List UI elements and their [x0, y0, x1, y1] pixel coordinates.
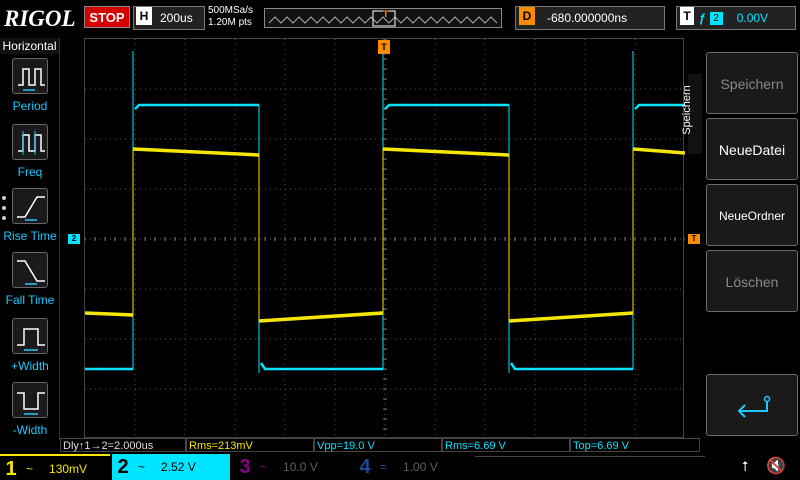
- measurement-ch2-vpp[interactable]: Vpp=19.0 V: [314, 438, 442, 452]
- delay-value: -680.000000ns: [547, 11, 628, 25]
- fall-time-icon: [12, 252, 48, 288]
- trigger-label: T: [680, 7, 694, 25]
- measure-negative-width-label: -Width: [12, 423, 48, 437]
- brand-logo: RIGOL: [4, 6, 76, 31]
- channel-2-status[interactable]: 2 ~2.52 V: [112, 454, 230, 480]
- delay-label: D: [519, 7, 535, 25]
- measure-freq-label: Freq: [17, 165, 43, 179]
- channel-2-coupling: ~: [138, 460, 146, 474]
- usb-icon: ⭡: [742, 458, 749, 474]
- measure-menu-title: Horizontal: [0, 38, 59, 54]
- waveform-display[interactable]: [84, 38, 685, 439]
- overview-trigger-marker: T: [383, 9, 389, 19]
- save-button[interactable]: Speichern: [706, 52, 798, 114]
- measure-rise-time-label: Rise Time: [3, 229, 57, 243]
- rising-edge-icon: ƒ: [699, 11, 706, 25]
- ch2-offset-marker[interactable]: 2: [68, 234, 80, 244]
- channel-1-coupling: ~: [26, 462, 34, 476]
- channel-1-status[interactable]: 1 ~130mV: [0, 454, 110, 480]
- sample-rate: 500MSa/s: [208, 5, 254, 16]
- timebase-value: 200us: [160, 11, 193, 25]
- run-stop-status[interactable]: STOP: [84, 6, 130, 28]
- measurement-delay[interactable]: Dly↑1→2=2.000us: [60, 438, 186, 452]
- measure-freq[interactable]: Freq: [0, 124, 60, 179]
- channel-3-number: 3: [239, 456, 251, 478]
- trigger-position-marker[interactable]: T: [378, 40, 390, 54]
- save-menu: Speichern Speichern NeueDatei NeueOrdner…: [681, 38, 800, 440]
- channel-4-coupling: =: [380, 460, 388, 474]
- measure-fall-time[interactable]: Fall Time: [0, 252, 60, 307]
- channel-3-scale: 10.0 V: [283, 460, 318, 474]
- positive-width-icon: [12, 318, 48, 354]
- measure-fall-time-label: Fall Time: [5, 293, 55, 307]
- channel-4-scale: 1.00 V: [403, 460, 438, 474]
- trigger-level-marker[interactable]: T: [688, 234, 700, 244]
- measure-positive-width-label: +Width: [11, 359, 49, 373]
- speaker-muted-icon[interactable]: 🔇: [766, 456, 786, 476]
- timebase-label: H: [136, 7, 152, 25]
- measure-negative-width[interactable]: -Width: [0, 382, 60, 437]
- rise-time-icon: [12, 188, 48, 224]
- channel-1-number: 1: [5, 458, 17, 480]
- channel-2-number: 2: [117, 456, 129, 478]
- channel-1-scale: 130mV: [49, 462, 88, 476]
- channel-2-scale: 2.52 V: [161, 460, 196, 474]
- channel-3-status[interactable]: 3 ~10.0 V: [234, 454, 352, 480]
- channel-bar-spacer: [475, 456, 705, 480]
- trigger-box[interactable]: Tƒ 2 0.00V: [676, 6, 796, 30]
- measurement-ch2-rms[interactable]: Rms=6.69 V: [442, 438, 570, 452]
- trigger-source: 2: [709, 12, 723, 25]
- save-menu-title-text: Speichern: [680, 85, 693, 135]
- new-file-button[interactable]: NeueDatei: [706, 118, 798, 180]
- channel-3-coupling: ~: [260, 460, 268, 474]
- return-arrow-icon: [737, 395, 771, 418]
- negative-width-icon: [12, 382, 48, 418]
- waveform-overview-strip[interactable]: T: [264, 8, 502, 28]
- measurement-ch2-top[interactable]: Top=6.69 V: [570, 438, 700, 452]
- trigger-level: 0.00V: [736, 11, 769, 25]
- top-bar: RIGOL STOP H 200us 500MSa/s 1.20M pts T D…: [0, 0, 800, 38]
- measure-period[interactable]: Period: [0, 58, 60, 113]
- return-button[interactable]: [706, 374, 798, 436]
- memory-depth: 1.20M pts: [208, 17, 252, 28]
- channel-4-status[interactable]: 4 = 1.00 V: [354, 454, 472, 480]
- measure-positive-width[interactable]: +Width: [0, 318, 60, 373]
- channel-4-number: 4: [359, 456, 371, 478]
- channel-bar: 1 ~130mV 2 ~2.52 V 3 ~10.0 V 4 = 1.00 V: [0, 452, 800, 480]
- delay-box[interactable]: D -680.000000ns: [515, 6, 665, 30]
- acquisition-info: 500MSa/s 1.20M pts: [208, 5, 253, 29]
- delete-button[interactable]: Löschen: [706, 250, 798, 312]
- measure-rise-time[interactable]: Rise Time: [0, 188, 60, 243]
- timebase-box[interactable]: H 200us: [133, 6, 205, 30]
- period-icon: [12, 58, 48, 94]
- measurement-ch1-rms[interactable]: Rms=213mV: [186, 438, 314, 452]
- frequency-icon: [12, 124, 48, 160]
- measure-period-label: Period: [12, 99, 48, 113]
- new-folder-button[interactable]: NeueOrdner: [706, 184, 798, 246]
- measurement-bar: Dly↑1→2=2.000us Rms=213mV Vpp=19.0 V Rms…: [60, 438, 700, 452]
- graticule-center-ticks: [85, 39, 685, 439]
- save-menu-title: Speichern: [681, 74, 702, 154]
- waveform-canvas: [85, 39, 685, 439]
- measure-menu: Horizontal Period Freq Rise Time Fall Ti…: [0, 38, 60, 440]
